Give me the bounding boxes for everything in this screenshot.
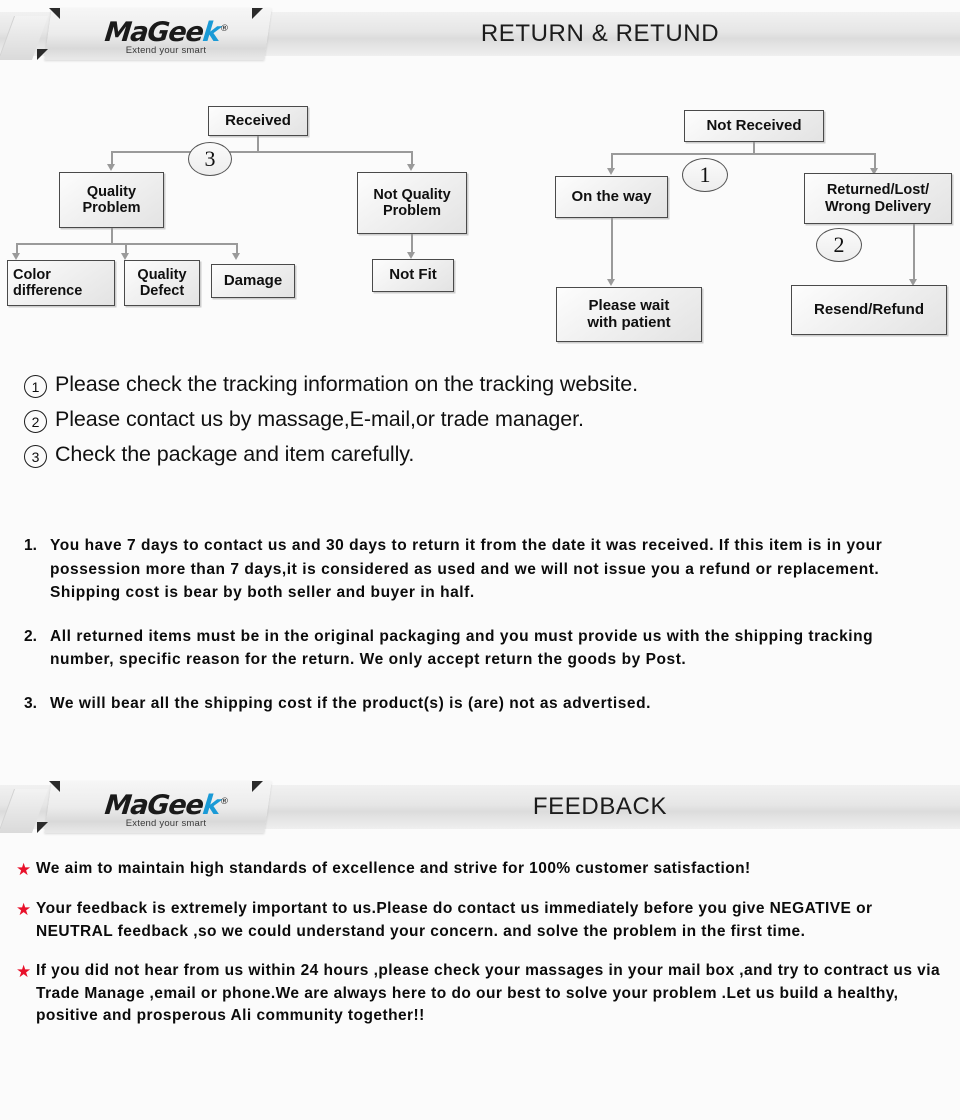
feedback-title: FEEDBACK <box>532 793 668 820</box>
brand-logo: MaGeek® Extend your smart <box>66 789 266 829</box>
star-icon: ★ <box>16 860 32 880</box>
corner-mark-top-left-icon <box>49 8 60 19</box>
note-number-badge: 1 <box>24 375 47 398</box>
return-banner: MaGeek® Extend your smart RETURN & RETUN… <box>0 8 960 60</box>
flow-node-returned-lost-wrong-delivery: Returned/Lost/ Wrong Delivery <box>804 173 952 224</box>
connector <box>257 136 259 152</box>
return-flowchart: Received 3 Quality Problem Not Quality P… <box>0 92 960 342</box>
note-text: Please check the tracking information on… <box>55 372 638 396</box>
feedback-text: Your feedback is extremely important to … <box>36 900 873 940</box>
flow-node-not-fit: Not Fit <box>372 259 454 292</box>
policy-text: You have 7 days to contact us and 30 day… <box>50 537 883 601</box>
flow-marker-label: 3 <box>204 146 216 171</box>
numbered-notes-list: 1 Please check the tracking information … <box>24 372 934 477</box>
flow-node-label: On the way <box>571 187 652 205</box>
flow-node-label: Please wait with patient <box>587 296 671 331</box>
policy-text: We will bear all the shipping cost if th… <box>50 694 651 712</box>
list-item: ★ We aim to maintain high standards of e… <box>16 858 950 881</box>
flow-marker-2: 2 <box>816 228 862 262</box>
feedback-banner: MaGeek® Extend your smart FEEDBACK <box>0 781 960 833</box>
corner-mark-top-left-icon <box>49 781 60 792</box>
connector <box>411 234 413 253</box>
list-item: 3. We will bear all the shipping cost if… <box>24 692 940 716</box>
brand-name: MaGeek® <box>102 789 229 821</box>
flow-node-not-quality-problem: Not Quality Problem <box>357 172 467 234</box>
brand-logo: MaGeek® Extend your smart <box>66 16 266 56</box>
list-item: ★ If you did not hear from us within 24 … <box>16 960 950 1028</box>
note-text: Check the package and item carefully. <box>55 442 415 466</box>
note-text: Please contact us by massage,E-mail,or t… <box>55 407 584 431</box>
arrow-icon <box>107 164 115 171</box>
list-item: 1. You have 7 days to contact us and 30 … <box>24 534 940 605</box>
feedback-text: If you did not hear from us within 24 ho… <box>36 962 941 1024</box>
brand-name-accent: k <box>200 17 221 48</box>
flow-marker-1: 1 <box>682 158 728 192</box>
arrow-icon <box>232 253 240 260</box>
flow-node-not-received: Not Received <box>684 110 824 142</box>
list-item: ★ Your feedback is extremely important t… <box>16 898 950 943</box>
arrow-icon <box>12 253 20 260</box>
arrow-icon <box>407 164 415 171</box>
flow-node-received: Received <box>208 106 308 136</box>
brand-name-main: MaGee <box>102 790 205 821</box>
flow-node-on-the-way: On the way <box>555 176 668 218</box>
arrow-icon <box>607 168 615 175</box>
brand-name-main: MaGee <box>102 17 205 48</box>
flow-node-label: Not Fit <box>389 266 437 284</box>
connector <box>611 153 875 155</box>
flow-node-label: Quality Defect <box>137 266 187 299</box>
flow-marker-3: 3 <box>188 142 232 176</box>
flow-node-label: Returned/Lost/ Wrong Delivery <box>824 182 932 215</box>
brand-name-accent: k <box>200 790 221 821</box>
connector <box>111 228 113 244</box>
arrow-icon <box>407 252 415 259</box>
feedback-text: We aim to maintain high standards of exc… <box>36 860 751 877</box>
star-icon: ★ <box>16 900 32 920</box>
star-icon: ★ <box>16 962 32 982</box>
connector <box>611 218 613 280</box>
flow-marker-label: 1 <box>699 162 711 187</box>
policy-number: 2. <box>24 627 37 645</box>
flow-node-label: Resend/Refund <box>813 300 924 318</box>
registered-trademark-icon: ® <box>219 797 228 807</box>
flow-node-label: Damage <box>223 271 283 289</box>
list-item: 1 Please check the tracking information … <box>24 372 934 398</box>
note-number-badge: 3 <box>24 445 47 468</box>
flow-node-quality-defect: Quality Defect <box>124 260 200 306</box>
registered-trademark-icon: ® <box>219 24 228 34</box>
policy-number: 1. <box>24 537 37 554</box>
list-item: 2 Please contact us by massage,E-mail,or… <box>24 407 934 433</box>
flow-node-label: Color difference <box>13 266 83 299</box>
list-item: 3 Check the package and item carefully. <box>24 442 934 468</box>
arrow-icon <box>607 279 615 286</box>
flow-node-color-difference: Color difference <box>7 260 115 306</box>
connector <box>411 151 413 165</box>
policy-number: 3. <box>24 694 37 712</box>
corner-mark-bottom-left-icon <box>37 822 48 833</box>
flow-node-label: Quality Problem <box>82 183 141 216</box>
corner-mark-bottom-left-icon <box>37 49 48 60</box>
flow-node-resend-refund: Resend/Refund <box>791 285 947 335</box>
flow-node-label: Received <box>225 111 291 129</box>
arrow-icon <box>121 253 129 260</box>
flow-marker-label: 2 <box>833 232 845 257</box>
connector <box>611 153 613 169</box>
policy-text: All returned items must be in the origin… <box>50 627 874 669</box>
flow-node-label: Not Received <box>706 116 802 134</box>
list-item: 2. All returned items must be in the ori… <box>24 625 940 672</box>
policy-list: 1. You have 7 days to contact us and 30 … <box>24 534 940 735</box>
connector <box>111 151 113 165</box>
flow-node-quality-problem: Quality Problem <box>59 172 164 228</box>
note-number-badge: 2 <box>24 410 47 433</box>
flow-node-label: Not Quality Problem <box>373 186 451 219</box>
connector <box>913 224 915 280</box>
brand-name: MaGeek® <box>102 16 229 48</box>
connector <box>874 153 876 169</box>
feedback-list: ★ We aim to maintain high standards of e… <box>16 858 950 1045</box>
flow-node-damage: Damage <box>211 264 295 298</box>
return-policy-page: MaGeek® Extend your smart RETURN & RETUN… <box>0 0 960 1120</box>
connector <box>111 151 411 153</box>
page-title: RETURN & RETUND <box>480 20 720 47</box>
flow-node-please-wait: Please wait with patient <box>556 287 702 342</box>
